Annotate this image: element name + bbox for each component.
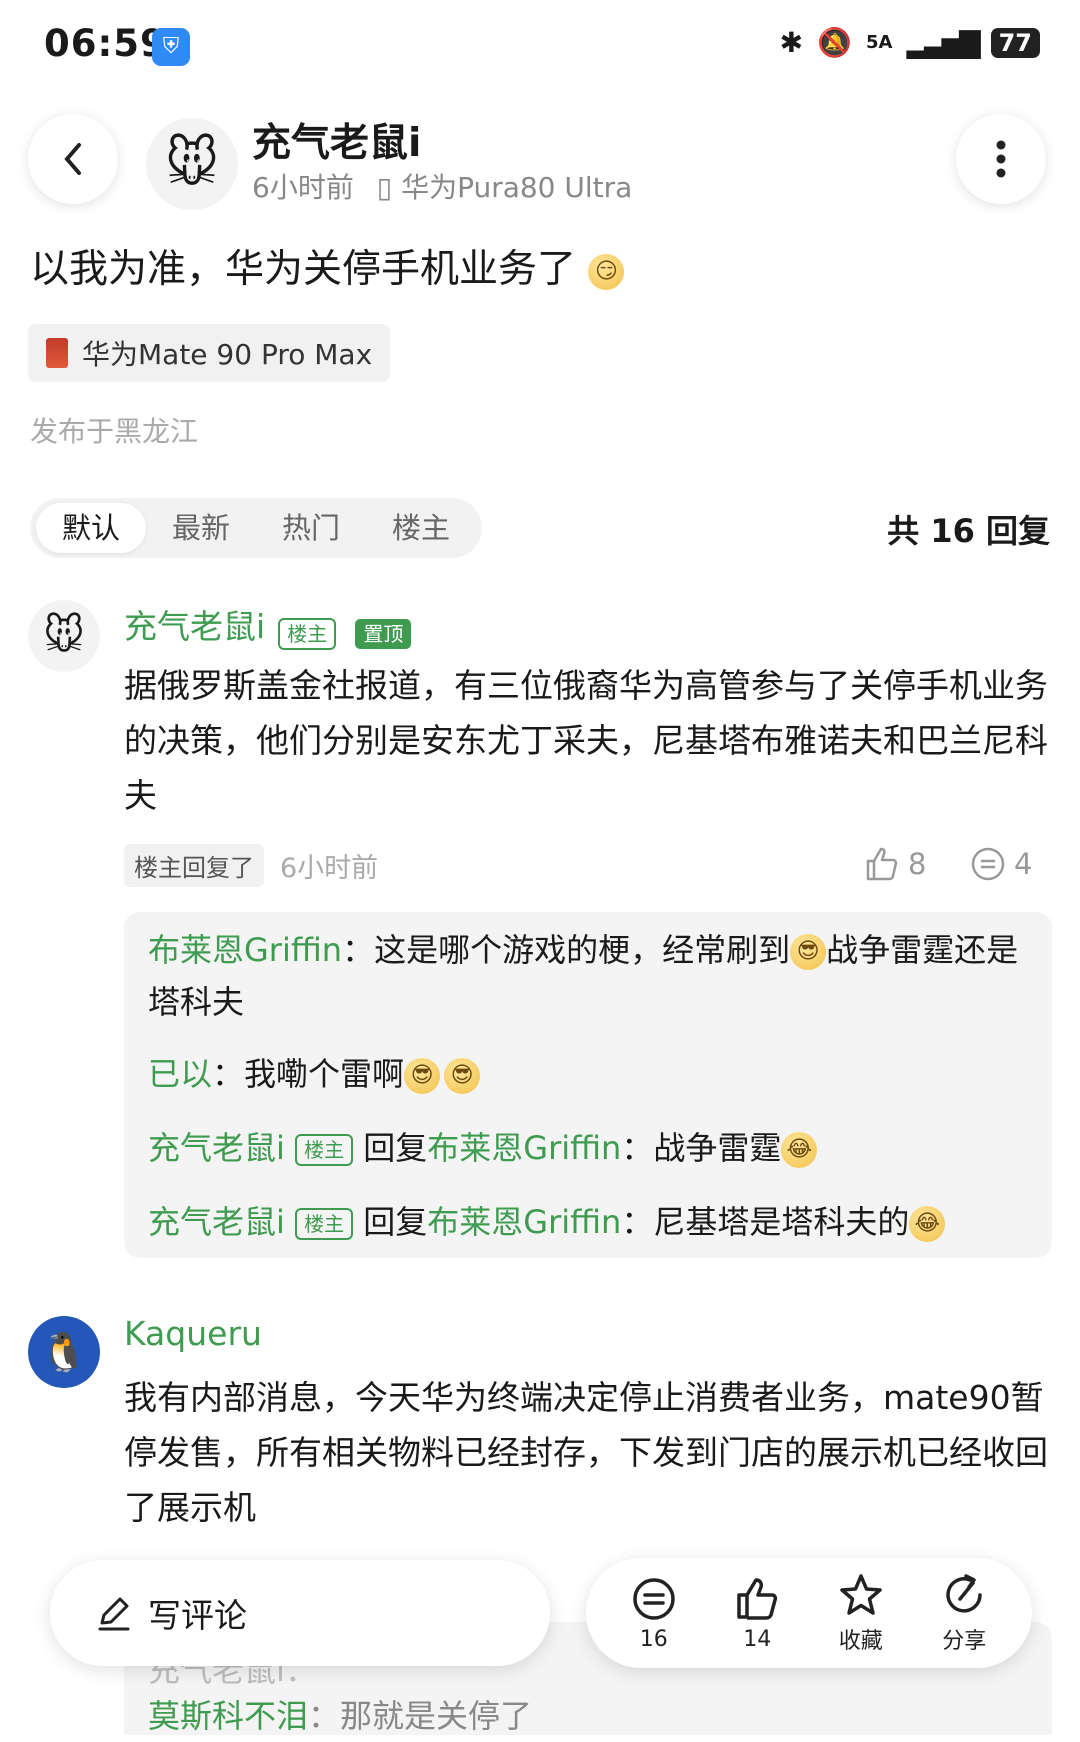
tab-owner[interactable]: 楼主 <box>366 503 476 553</box>
phone-icon: ▯ <box>376 171 393 204</box>
post-location: 发布于黑龙江 <box>30 415 199 448</box>
comment-count: 16 <box>639 1626 668 1652</box>
action-bar: 16 14 收藏 分享 <box>586 1558 1032 1668</box>
comment-avatar[interactable]: 🐭 <box>28 600 100 672</box>
share-button[interactable]: 分享 <box>940 1571 988 1655</box>
tab-latest[interactable]: 最新 <box>146 503 256 553</box>
comment-text: 我有内部消息，今天华为终端决定停止消费者业务，mate90暂停发售，所有相关物料… <box>124 1378 1048 1527</box>
replies-box[interactable]: 布莱恩Griffin：这是哪个游戏的梗，经常刷到 😎 战争雷霆还是塔科夫 已以：我嘞… <box>124 912 1052 1258</box>
pinned-badge: 置顶 <box>355 618 412 649</box>
owner-badge: 楼主 <box>295 1134 354 1166</box>
post-content: 以我为准，华为关停手机业务了 😏 <box>30 238 625 294</box>
reply-item[interactable]: 布莱恩Griffin：这是哪个游戏的梗，经常刷到 😎 战争雷霆还是塔科夫 <box>148 924 1028 1028</box>
thumbs-up-icon <box>737 1577 778 1620</box>
sort-tabs: 默认 最新 热门 楼主 <box>30 498 483 558</box>
signal-label: 5A <box>865 32 893 53</box>
owner-replied-tag: 楼主回复了 <box>124 844 264 887</box>
reply-word: 回复 <box>363 1129 428 1167</box>
comment-reply-button[interactable]: 4 <box>970 846 1032 882</box>
post-time: 6小时前 <box>252 171 354 204</box>
like-count: 14 <box>743 1626 772 1652</box>
pencil-icon <box>98 1597 130 1631</box>
more-vertical-icon <box>996 140 1006 178</box>
reply-user[interactable]: 莫斯科不泪 <box>148 1697 308 1735</box>
favorite-button[interactable]: 收藏 <box>837 1571 885 1655</box>
share-label: 分享 <box>942 1629 987 1654</box>
owner-badge: 楼主 <box>278 617 337 650</box>
comment-text: 据俄罗斯盖金社报道，有三位俄裔华为高管参与了关停手机业务的决策，他们分别是安东尤… <box>124 666 1048 815</box>
comment-time: 6小时前 <box>280 853 379 884</box>
reply-text: ：这是哪个游戏的梗，经常刷到 <box>342 931 791 969</box>
reply-item[interactable]: 充气老鼠i 楼主 回复布莱恩Griffin：尼基塔是塔科夫的 😂 <box>148 1196 1028 1248</box>
write-comment-label: 写评论 <box>148 1596 247 1635</box>
shield-icon: ⛨ <box>152 28 190 66</box>
reply-item[interactable]: 莫斯科不泪：那就是关停了 <box>148 1690 1028 1742</box>
more-button[interactable] <box>956 114 1046 204</box>
post-text: 以我为准，华为关停手机业务了 <box>30 247 577 292</box>
status-time: 06:59 <box>44 22 167 65</box>
owner-badge: 楼主 <box>295 1208 354 1240</box>
status-icons: ✱ 🔕 5A ▂▃▅▇ 77 <box>780 26 1040 59</box>
reply-text: ：尼基塔是塔科夫的 <box>621 1203 910 1241</box>
smirk-emoji-icon: 😏 <box>588 253 625 290</box>
signal-icon: ▂▃▅▇ <box>906 26 980 59</box>
sunglasses-emoji-icon: 😎 <box>444 1058 481 1094</box>
favorite-label: 收藏 <box>838 1629 883 1654</box>
battery-level: 77 <box>990 27 1040 58</box>
comment-avatar[interactable]: 🐧 <box>28 1316 100 1388</box>
reply-target[interactable]: 布莱恩Griffin <box>427 1129 621 1167</box>
sunglasses-emoji-icon: 😎 <box>404 1058 441 1094</box>
laugh-cry-emoji-icon: 😂 <box>909 1206 946 1242</box>
device-tag[interactable]: 华为Mate 90 Pro Max <box>28 324 391 382</box>
thumbs-up-icon <box>866 847 898 881</box>
author-avatar[interactable]: 🐭 <box>146 118 238 210</box>
reply-text: ：战争雷霆 <box>621 1129 782 1167</box>
comments-button[interactable]: 16 <box>630 1575 678 1652</box>
comment-author[interactable]: 充气老鼠i <box>124 607 265 646</box>
post-meta: 6小时前 ▯ 华为Pura80 Ultra <box>252 166 632 206</box>
sunglasses-emoji-icon: 😎 <box>790 934 827 970</box>
tab-default[interactable]: 默认 <box>36 503 147 553</box>
tab-hot[interactable]: 热门 <box>256 503 366 553</box>
author-device: 华为Pura80 Ultra <box>401 171 633 204</box>
comment-like-button[interactable]: 8 <box>864 846 926 882</box>
reply-user[interactable]: 已以 <box>148 1055 212 1093</box>
reply-item[interactable]: 已以：我嘞个雷啊 😎 😎 <box>148 1048 1028 1100</box>
star-icon <box>840 1574 882 1615</box>
reply-count: 共 16 回复 <box>887 512 1050 550</box>
chevron-left-icon <box>64 143 81 175</box>
reply-text: ：我嘞个雷啊 <box>212 1055 405 1093</box>
like-button[interactable]: 14 <box>733 1575 781 1652</box>
comment-author[interactable]: Kaqueru <box>124 1314 262 1353</box>
reply-user[interactable]: 充气老鼠i <box>148 1129 285 1167</box>
reply-word: 回复 <box>363 1203 428 1241</box>
back-button[interactable] <box>28 114 118 204</box>
reply-item[interactable]: 充气老鼠i 楼主 回复布莱恩Griffin：战争雷霆 😂 <box>148 1122 1028 1174</box>
reply-user[interactable]: 布莱恩Griffin <box>148 931 342 969</box>
comment-reply-count: 4 <box>1014 847 1033 881</box>
bluetooth-icon: ✱ <box>779 26 804 59</box>
mute-icon: 🔕 <box>817 26 852 59</box>
reply-user[interactable]: 充气老鼠i <box>148 1203 285 1241</box>
laugh-cry-emoji-icon: 😂 <box>781 1132 818 1168</box>
comment-header: Kaqueru <box>124 1314 262 1353</box>
comment-bubble-icon <box>971 847 1005 881</box>
phone-product-icon <box>46 338 68 368</box>
device-tag-label: 华为Mate 90 Pro Max <box>82 338 373 371</box>
reply-target[interactable]: 布莱恩Griffin <box>427 1203 621 1241</box>
comment-meta: 楼主回复了 6小时前 <box>124 844 378 887</box>
share-icon <box>946 1574 982 1613</box>
comment-header: 充气老鼠i 楼主 置顶 <box>124 600 412 650</box>
comment-bubble-icon <box>633 1577 675 1620</box>
reply-text: ：那就是关停了 <box>308 1697 533 1735</box>
comment-like-count: 8 <box>908 847 927 881</box>
write-comment-button[interactable]: 写评论 <box>50 1560 550 1666</box>
author-name[interactable]: 充气老鼠i <box>252 112 421 168</box>
